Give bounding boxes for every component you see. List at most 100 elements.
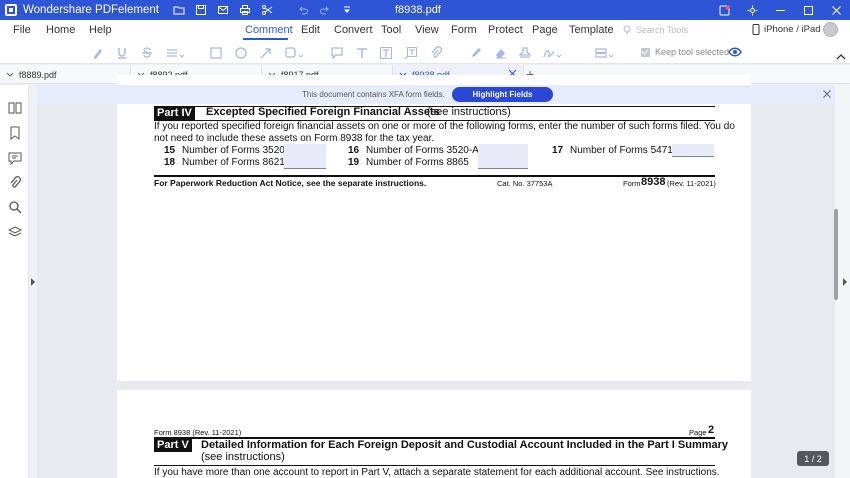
avatar[interactable]	[823, 22, 838, 37]
chevron-down-icon	[6, 72, 14, 77]
undo-icon[interactable]	[297, 4, 309, 16]
area-highlight-icon[interactable]	[593, 45, 615, 61]
keep-tool-checkbox[interactable]	[641, 47, 650, 57]
thumbnails-icon[interactable]	[7, 100, 22, 115]
device-button[interactable]: iPhone / iPad	[752, 24, 821, 35]
xfa-notice-bar: This document contains XFA form fields. …	[37, 85, 835, 104]
search-icon[interactable]	[7, 199, 22, 214]
pencil-icon[interactable]	[468, 45, 484, 61]
underline-icon[interactable]	[114, 45, 130, 61]
theme-icon[interactable]	[738, 0, 766, 20]
comments-icon[interactable]	[7, 150, 22, 165]
scrollbar-thumb[interactable]	[834, 209, 838, 300]
lightbulb-icon	[623, 25, 631, 34]
intro-line-2: not need to include these assets on Form…	[154, 133, 435, 144]
print-icon[interactable]	[239, 4, 251, 16]
menu-template[interactable]: Template	[569, 24, 614, 36]
line-15-number: 15	[164, 145, 176, 156]
layers-icon[interactable]	[7, 224, 22, 239]
collapse-ribbon-icon[interactable]	[836, 53, 846, 61]
typewriter-icon[interactable]	[354, 45, 370, 61]
line-18-number: 18	[164, 157, 176, 168]
menu-help[interactable]: Help	[89, 24, 112, 36]
page2-header: Form 8938 (Rev. 11-2021)	[154, 428, 242, 437]
search-tools[interactable]: Search Tools	[622, 25, 688, 35]
tab-f8889[interactable]: f8889.pdf	[0, 65, 131, 84]
menu-page[interactable]: Page	[532, 24, 558, 36]
callout-icon[interactable]	[403, 45, 419, 61]
line-15-label: Number of Forms 3520	[182, 145, 285, 156]
signature-icon[interactable]	[541, 45, 563, 61]
menu-form[interactable]: Form	[451, 24, 477, 36]
maximize-button[interactable]	[794, 0, 822, 20]
menu-protect[interactable]: Protect	[488, 24, 523, 36]
menu-home[interactable]: Home	[46, 24, 75, 36]
strikethrough-icon[interactable]	[139, 45, 155, 61]
part-v-tag: Part V	[154, 439, 192, 452]
form-label: Form	[623, 179, 641, 188]
xfa-message: This document contains XFA form fields.	[302, 90, 445, 99]
part-v-title: Detailed Information for Each Foreign De…	[201, 439, 729, 451]
rectangle-icon[interactable]	[208, 45, 224, 61]
phone-icon	[752, 24, 760, 35]
keep-tool-label: Keep tool selected	[655, 47, 730, 57]
scissors-icon[interactable]	[261, 4, 273, 16]
page-indicator: 1 / 2	[797, 451, 829, 466]
line-19-input[interactable]	[478, 156, 528, 169]
textbox-icon[interactable]	[378, 45, 394, 61]
line-16-label: Number of Forms 3520-A	[366, 145, 479, 156]
expand-sidebar-icon[interactable]	[31, 278, 35, 286]
close-icon[interactable]	[823, 90, 831, 98]
menu-file[interactable]: File	[13, 24, 31, 36]
redo-icon[interactable]	[319, 4, 331, 16]
ellipse-icon[interactable]	[233, 45, 249, 61]
line-17-input[interactable]	[672, 144, 714, 157]
line-17-label: Number of Forms 5471	[570, 145, 673, 156]
shape-menu-icon[interactable]	[283, 45, 305, 61]
menu-edit[interactable]: Edit	[301, 24, 320, 36]
note-icon[interactable]	[329, 45, 345, 61]
part-v-title-suffix: (see instructions)	[201, 451, 285, 463]
document-canvas: Part IV Excepted Specified Foreign Finan…	[37, 75, 835, 478]
page-label: Page	[689, 428, 707, 437]
line-16-number: 16	[348, 145, 360, 156]
email-icon[interactable]	[217, 4, 229, 16]
window-controls	[710, 0, 850, 20]
menu-view[interactable]: View	[415, 24, 439, 36]
attachment-icon[interactable]	[7, 175, 22, 190]
keep-tool-selected[interactable]: Keep tool selected	[641, 47, 729, 57]
menu-comment[interactable]: Comment	[245, 24, 293, 36]
rule	[154, 465, 715, 466]
attachment-icon[interactable]	[428, 45, 444, 61]
part-v-intro: If you have more than one account to rep…	[154, 467, 720, 478]
notification-icon[interactable]	[710, 0, 738, 20]
minimize-button[interactable]	[766, 0, 794, 20]
line-18-input[interactable]	[284, 156, 326, 169]
text-menu-icon[interactable]	[164, 45, 186, 61]
tab-label: f8889.pdf	[19, 69, 57, 80]
stamp-icon[interactable]	[517, 45, 533, 61]
line-19-label: Number of Forms 8865	[366, 157, 469, 168]
open-folder-icon[interactable]	[173, 4, 185, 16]
line-17-number: 17	[552, 145, 564, 156]
save-icon[interactable]	[195, 4, 207, 16]
pdf-page-1: Part IV Excepted Specified Foreign Finan…	[117, 75, 751, 381]
menu-tool[interactable]: Tool	[381, 24, 401, 36]
line-19-number: 19	[348, 157, 360, 168]
part-iv-title-suffix: (see instructions)	[427, 106, 511, 118]
device-label: iPhone / iPad	[764, 24, 821, 35]
menu-convert[interactable]: Convert	[334, 24, 373, 36]
arrow-icon[interactable]	[258, 45, 274, 61]
highlight-fields-button[interactable]: Highlight Fields	[452, 87, 553, 102]
highlight-icon[interactable]	[90, 45, 106, 61]
customize-dropdown-icon[interactable]	[341, 4, 353, 16]
expand-right-panel-icon[interactable]	[843, 278, 847, 286]
pdf-page-2: Form 8938 (Rev. 11-2021) Page 2 Part V D…	[117, 390, 751, 478]
part-iv-tag: Part IV	[154, 107, 195, 120]
eraser-icon[interactable]	[493, 45, 509, 61]
bookmark-icon[interactable]	[7, 125, 22, 140]
intro-line-1: If you reported specified foreign financ…	[154, 121, 735, 132]
eye-icon[interactable]	[728, 46, 742, 58]
part-iv-title: Excepted Specified Foreign Financial Ass…	[206, 106, 440, 118]
close-button[interactable]	[822, 0, 850, 20]
